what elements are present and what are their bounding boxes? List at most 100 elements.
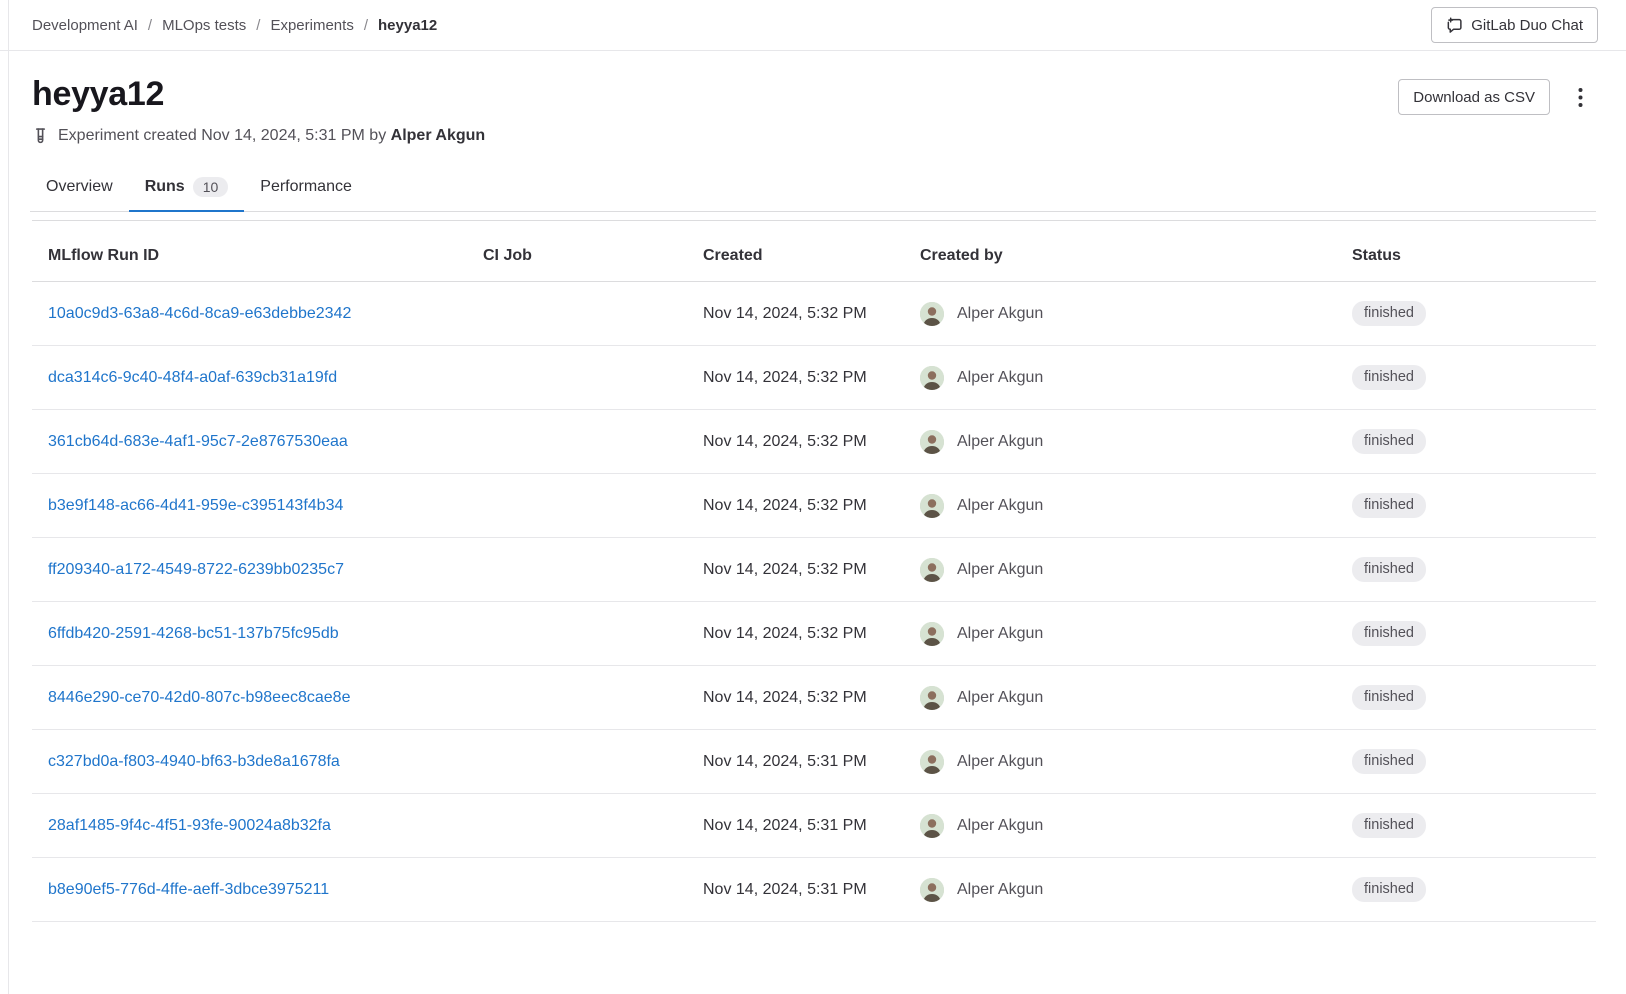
created-by-name: Alper Akgun [957,369,1043,387]
table-header-row: MLflow Run ID CI Job Created Created by … [32,221,1596,282]
breadcrumb-bar: Development AI / MLOps tests / Experimen… [0,0,1626,51]
run-id-link[interactable]: b8e90ef5-776d-4ffe-aeff-3dbce3975211 [48,881,329,898]
column-header-mlflow-run-id: MLflow Run ID [32,221,467,282]
page-title: heyya12 [32,77,164,113]
run-status-badge: finished [1352,493,1426,518]
created-by-name: Alper Akgun [957,817,1043,835]
download-csv-label: Download as CSV [1413,89,1535,106]
user-avatar [920,494,944,518]
created-by-name: Alper Akgun [957,881,1043,899]
created-cell: Nov 14, 2024, 5:32 PM [687,602,904,666]
run-id-link[interactable]: 6ffdb420-2591-4268-bc51-137b75fc95db [48,625,339,642]
user-avatar [920,430,944,454]
created-by-name: Alper Akgun [957,561,1043,579]
created-by-name: Alper Akgun [957,689,1043,707]
created-by-name: Alper Akgun [957,625,1043,643]
run-id-link[interactable]: c327bd0a-f803-4940-bf63-b3de8a1678fa [48,753,340,770]
experiment-meta-text: Experiment created Nov 14, 2024, 5:31 PM… [58,127,485,145]
tab-performance[interactable]: Performance [244,167,368,212]
breadcrumb: Development AI / MLOps tests / Experimen… [32,17,437,34]
created-by-link[interactable]: Alper Akgun [920,494,1320,518]
created-cell: Nov 14, 2024, 5:32 PM [687,410,904,474]
table-row: 8446e290-ce70-42d0-807c-b98eec8cae8e Nov… [32,666,1596,730]
experiment-created-timestamp: Nov 14, 2024, 5:31 PM [201,127,365,144]
duo-chat-label: GitLab Duo Chat [1471,17,1583,34]
ci-job-cell [467,282,687,346]
created-cell: Nov 14, 2024, 5:31 PM [687,730,904,794]
created-cell: Nov 14, 2024, 5:31 PM [687,858,904,922]
tab-overview[interactable]: Overview [30,167,129,212]
user-avatar [920,366,944,390]
created-cell: Nov 14, 2024, 5:32 PM [687,474,904,538]
table-row: 10a0c9d3-63a8-4c6d-8ca9-e63debbe2342 Nov… [32,282,1596,346]
created-by-link[interactable]: Alper Akgun [920,558,1320,582]
user-avatar [920,686,944,710]
run-id-link[interactable]: b3e9f148-ac66-4d41-959e-c395143f4b34 [48,497,343,514]
created-cell: Nov 14, 2024, 5:32 PM [687,666,904,730]
run-id-link[interactable]: ff209340-a172-4549-8722-6239bb0235c7 [48,561,344,578]
column-header-created-by: Created by [904,221,1336,282]
gitlab-duo-chat-button[interactable]: GitLab Duo Chat [1431,7,1598,43]
created-by-link[interactable]: Alper Akgun [920,430,1320,454]
collapsed-sidebar-edge [8,0,9,994]
created-by-link[interactable]: Alper Akgun [920,366,1320,390]
experiment-author: Alper Akgun [391,127,486,144]
user-avatar [920,878,944,902]
run-status-badge: finished [1352,557,1426,582]
table-row: 6ffdb420-2591-4268-bc51-137b75fc95db Nov… [32,602,1596,666]
created-by-link[interactable]: Alper Akgun [920,686,1320,710]
created-by-name: Alper Akgun [957,753,1043,771]
breadcrumb-item-current: heyya12 [378,17,437,34]
created-by-name: Alper Akgun [957,433,1043,451]
vertical-ellipsis-icon [1578,87,1583,108]
run-status-badge: finished [1352,621,1426,646]
created-cell: Nov 14, 2024, 5:32 PM [687,346,904,410]
breadcrumb-item-mlops-tests[interactable]: MLOps tests [162,17,246,34]
created-by-link[interactable]: Alper Akgun [920,750,1320,774]
ci-job-cell [467,666,687,730]
created-by-link[interactable]: Alper Akgun [920,622,1320,646]
table-row: b8e90ef5-776d-4ffe-aeff-3dbce3975211 Nov… [32,858,1596,922]
run-status-badge: finished [1352,301,1426,326]
run-id-link[interactable]: 361cb64d-683e-4af1-95c7-2e8767530eaa [48,433,348,450]
created-by-link[interactable]: Alper Akgun [920,814,1320,838]
created-by-name: Alper Akgun [957,497,1043,515]
run-id-link[interactable]: 28af1485-9f4c-4f51-93fe-90024a8b32fa [48,817,331,834]
run-status-badge: finished [1352,685,1426,710]
run-status-badge: finished [1352,749,1426,774]
breadcrumb-item-development-ai[interactable]: Development AI [32,17,138,34]
created-by-link[interactable]: Alper Akgun [920,878,1320,902]
experiment-test-tube-icon [32,127,49,145]
table-row: 361cb64d-683e-4af1-95c7-2e8767530eaa Nov… [32,410,1596,474]
ci-job-cell [467,858,687,922]
ci-job-cell [467,410,687,474]
run-status-badge: finished [1352,877,1426,902]
runs-table: MLflow Run ID CI Job Created Created by … [32,220,1596,922]
user-avatar [920,558,944,582]
user-avatar [920,302,944,326]
tab-runs[interactable]: Runs 10 [129,167,245,212]
runs-count-badge: 10 [193,177,229,197]
run-id-link[interactable]: dca314c6-9c40-48f4-a0af-639cb31a19fd [48,369,337,386]
more-actions-kebab-button[interactable] [1564,79,1596,115]
ci-job-cell [467,538,687,602]
table-row: b3e9f148-ac66-4d41-959e-c395143f4b34 Nov… [32,474,1596,538]
download-csv-button[interactable]: Download as CSV [1398,79,1550,115]
breadcrumb-separator: / [148,17,152,34]
run-id-link[interactable]: 10a0c9d3-63a8-4c6d-8ca9-e63debbe2342 [48,305,351,322]
breadcrumb-item-experiments[interactable]: Experiments [270,17,353,34]
column-header-status: Status [1336,221,1596,282]
duo-chat-icon [1446,17,1463,34]
table-row: ff209340-a172-4549-8722-6239bb0235c7 Nov… [32,538,1596,602]
user-avatar [920,622,944,646]
column-header-created: Created [687,221,904,282]
ci-job-cell [467,346,687,410]
breadcrumb-separator: / [364,17,368,34]
column-header-ci-job: CI Job [467,221,687,282]
ci-job-cell [467,794,687,858]
created-by-link[interactable]: Alper Akgun [920,302,1320,326]
run-id-link[interactable]: 8446e290-ce70-42d0-807c-b98eec8cae8e [48,689,350,706]
ci-job-cell [467,474,687,538]
table-row: dca314c6-9c40-48f4-a0af-639cb31a19fd Nov… [32,346,1596,410]
experiment-tabs: Overview Runs 10 Performance [30,167,1596,212]
